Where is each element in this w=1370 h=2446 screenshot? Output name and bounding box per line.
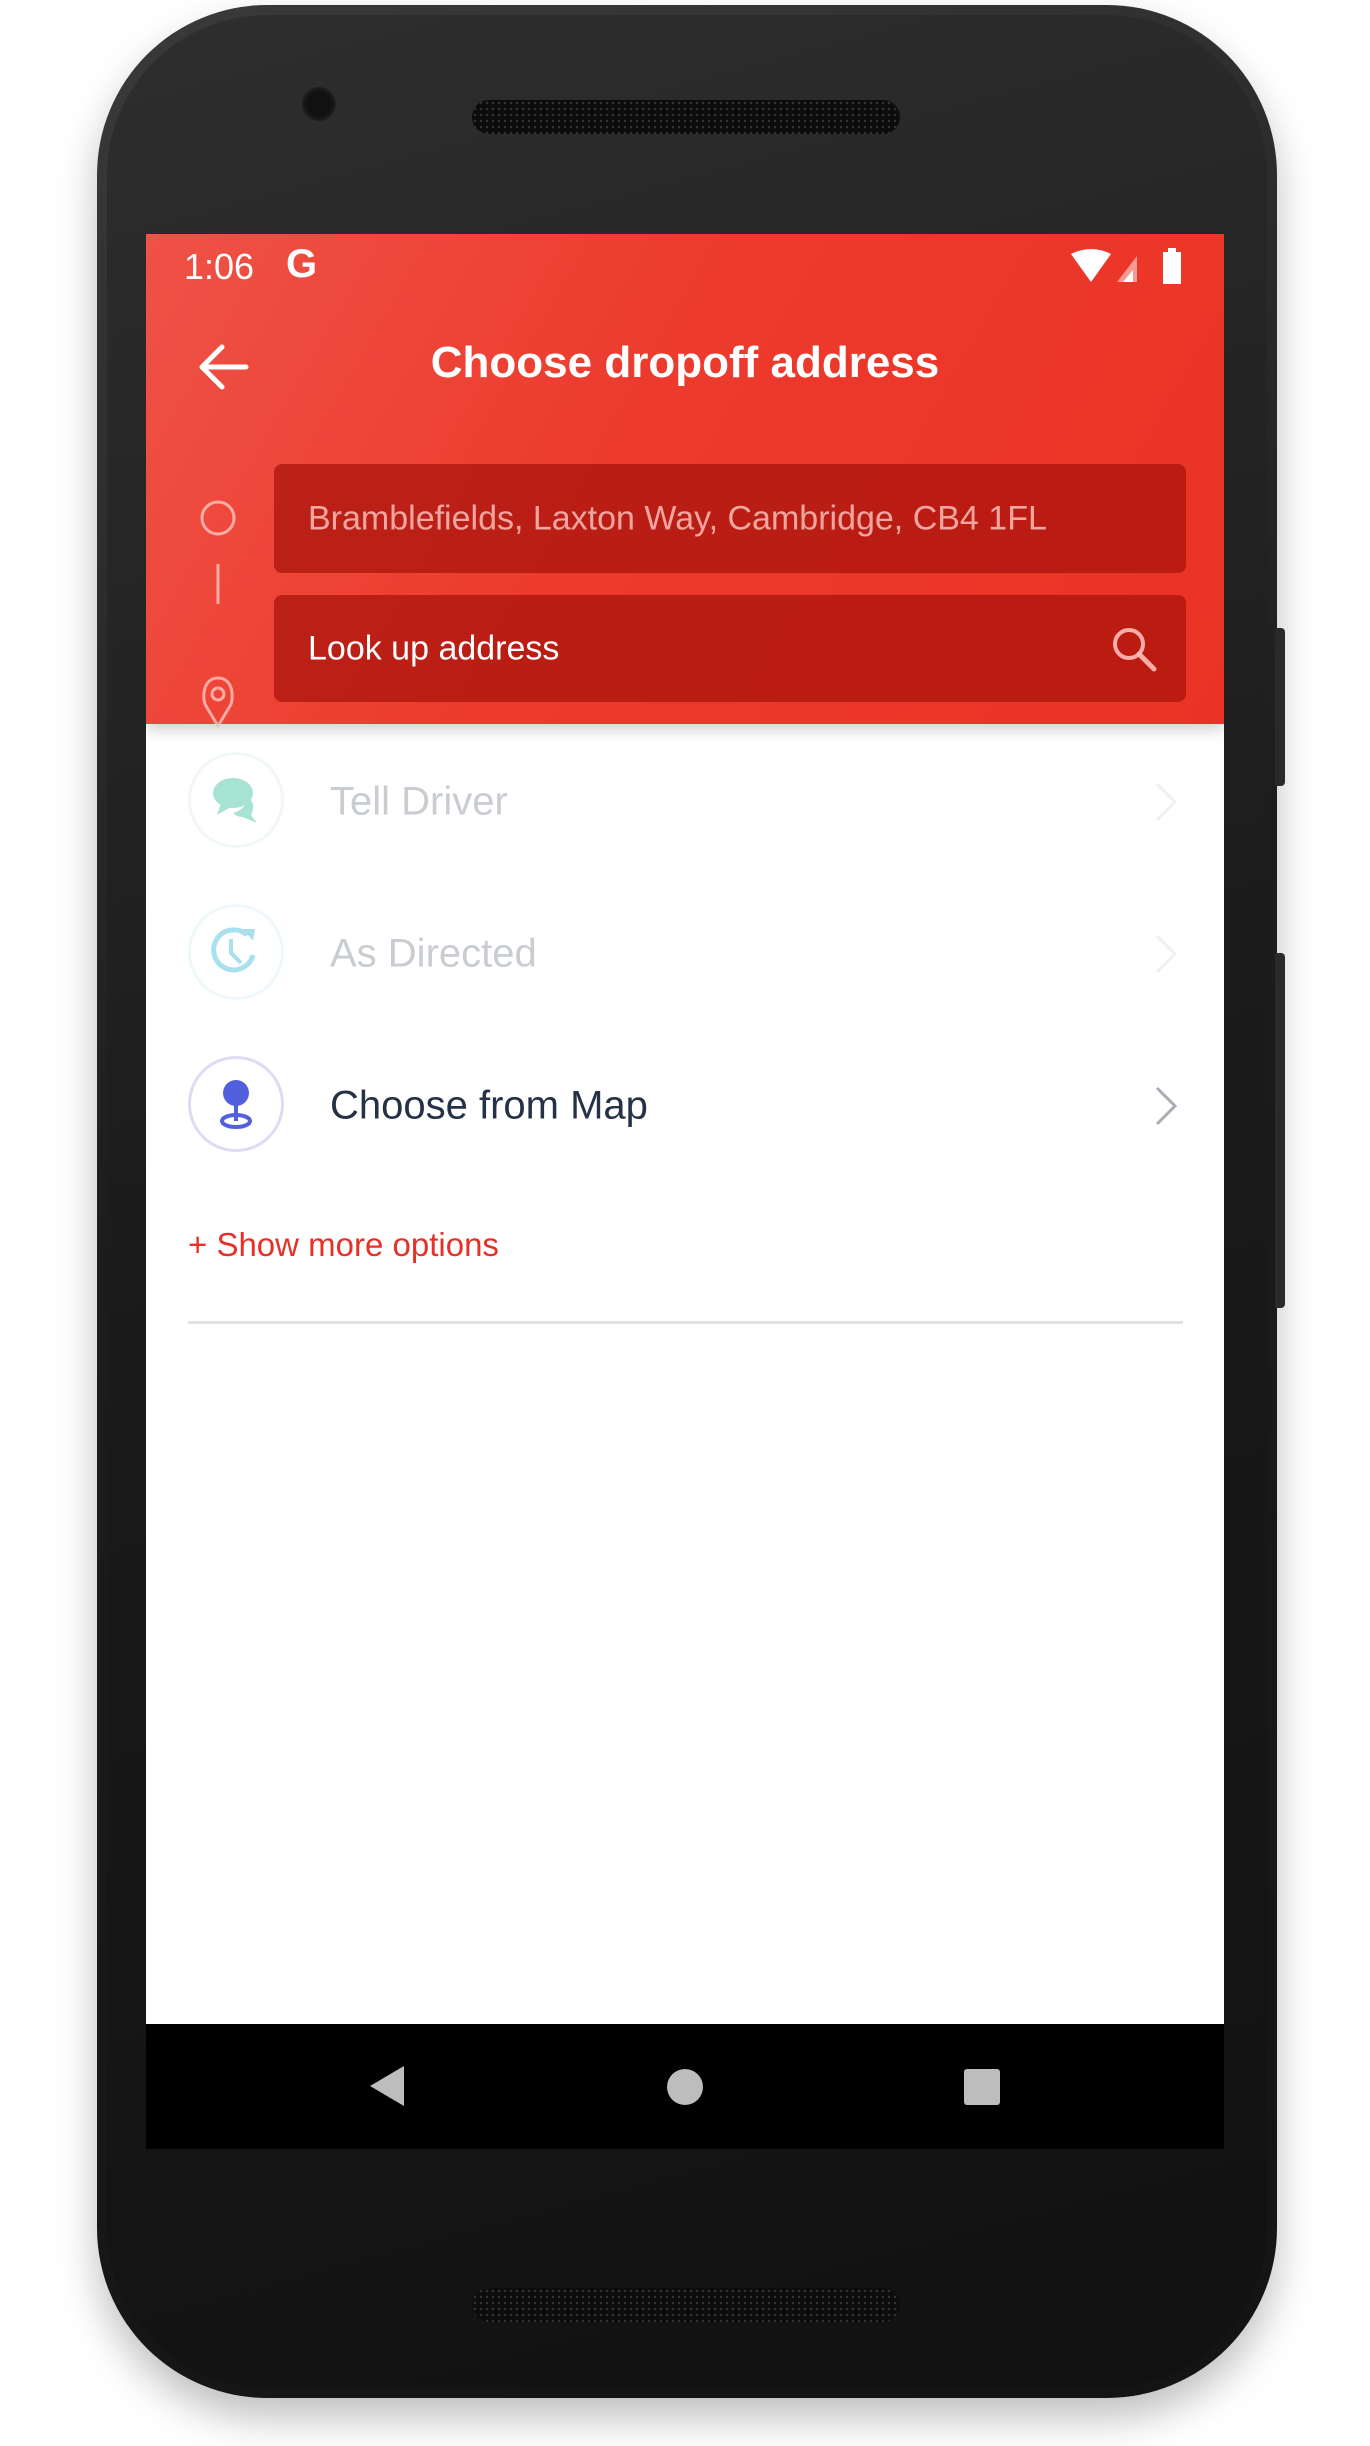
dropoff-placeholder: Look up address <box>308 629 560 667</box>
divider <box>188 1321 1183 1324</box>
option-as-directed[interactable]: As Directed <box>146 894 1224 1014</box>
status-bar: 1:06 G <box>146 234 1224 308</box>
bottom-speaker <box>472 2288 900 2322</box>
option-label: Choose from Map <box>330 1083 648 1128</box>
google-icon: G <box>286 242 318 286</box>
chevron-right-icon <box>1155 782 1178 822</box>
chevron-right-icon <box>1155 1086 1178 1126</box>
route-indicator <box>200 500 236 729</box>
clock-refresh-icon <box>211 927 256 973</box>
recents-square-icon[interactable] <box>963 2068 1001 2106</box>
chevron-right-icon <box>1155 934 1178 974</box>
front-camera <box>302 87 336 121</box>
option-label: As Directed <box>330 931 537 976</box>
screen: 1:06 G Choose dropoff address Bramblefie… <box>146 234 1224 2149</box>
battery-icon <box>1163 248 1181 284</box>
status-time: 1:06 <box>184 246 255 287</box>
top-speaker <box>472 100 900 134</box>
pin-icon <box>202 676 234 729</box>
chat-bubbles-icon <box>213 778 257 823</box>
show-more-options-link[interactable]: + Show more options <box>188 1226 499 1264</box>
dropoff-address-input[interactable]: Look up address <box>274 595 1186 702</box>
option-tell-driver[interactable]: Tell Driver <box>146 742 1224 862</box>
status-icons <box>1071 248 1181 284</box>
map-pin-icon <box>220 1080 252 1129</box>
option-choose-from-map[interactable]: Choose from Map <box>146 1046 1224 1166</box>
back-triangle-icon[interactable] <box>366 2064 408 2108</box>
icon-badge <box>188 752 284 848</box>
option-label: Tell Driver <box>330 779 508 824</box>
icon-badge <box>188 904 284 1000</box>
power-button[interactable] <box>1275 628 1285 786</box>
home-circle-icon[interactable] <box>666 2068 704 2106</box>
circle-icon <box>200 500 236 536</box>
volume-button[interactable] <box>1275 953 1285 1308</box>
search-icon[interactable] <box>1110 625 1158 673</box>
wifi-icon <box>1071 249 1111 282</box>
android-nav-bar <box>146 2024 1224 2149</box>
page-title: Choose dropoff address <box>430 338 940 387</box>
pickup-address-field[interactable]: Bramblefields, Laxton Way, Cambridge, CB… <box>274 464 1186 573</box>
app-header: 1:06 G Choose dropoff address Bramblefie… <box>146 234 1224 729</box>
icon-badge <box>188 1056 284 1152</box>
pickup-address-value: Bramblefields, Laxton Way, Cambridge, CB… <box>308 499 1047 537</box>
